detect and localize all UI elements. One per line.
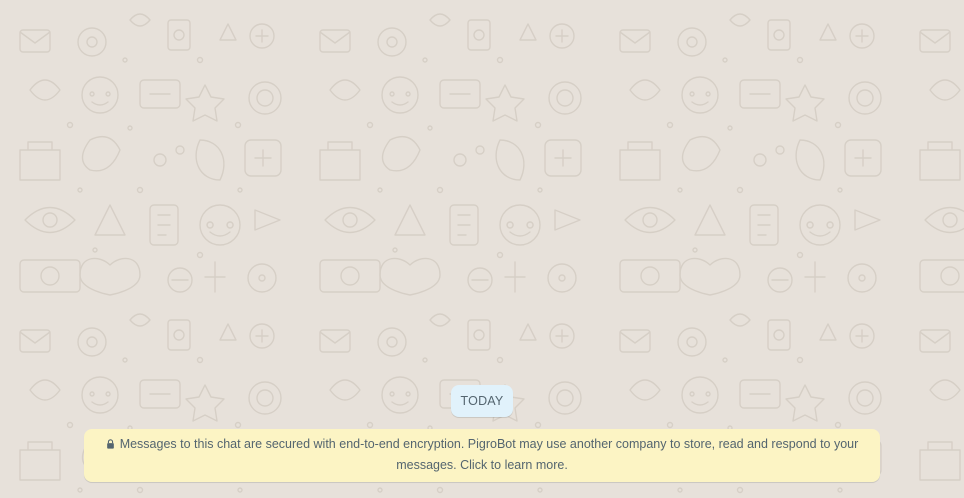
chat-background (0, 0, 964, 498)
date-divider-today: TODAY (451, 385, 513, 417)
lock-icon (106, 439, 114, 449)
encryption-notice-text: Messages to this chat are secured with e… (119, 437, 859, 472)
doodle-pattern-icon (0, 0, 964, 498)
encryption-notice[interactable]: Messages to this chat are secured with e… (84, 429, 880, 482)
